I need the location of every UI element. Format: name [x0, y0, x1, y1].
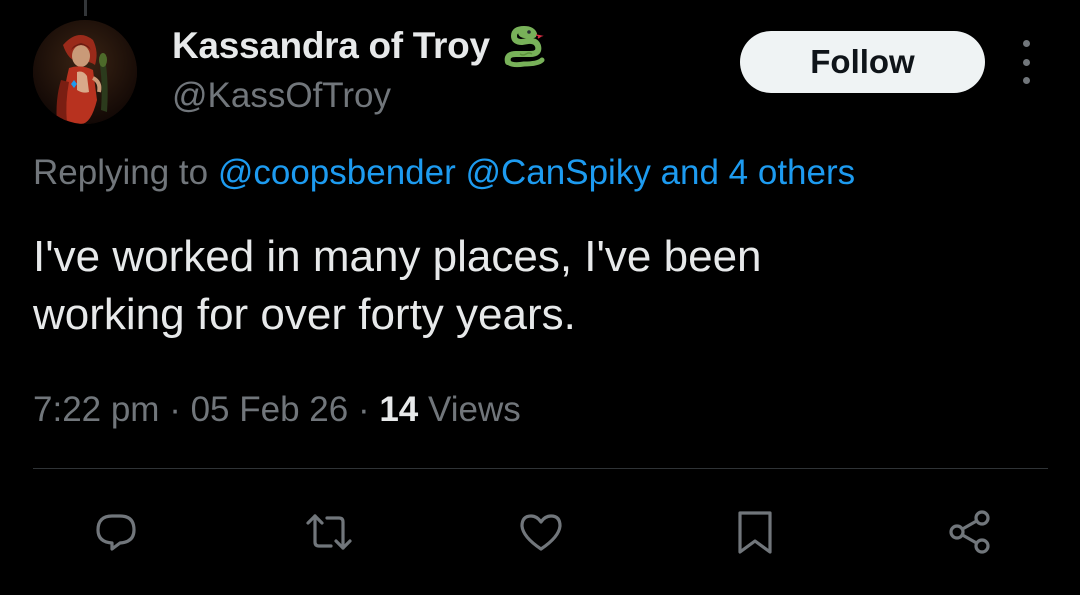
avatar[interactable]: [33, 20, 137, 124]
more-dot: [1022, 40, 1030, 47]
retweet-icon[interactable]: [305, 508, 353, 556]
views-label[interactable]: Views: [428, 390, 521, 429]
reply-prefix: Replying to: [33, 153, 209, 192]
follow-button[interactable]: Follow: [740, 31, 985, 93]
reply-context: Replying to @coopsbender @CanSpiky and 4…: [33, 153, 855, 193]
author-handle[interactable]: @KassOfTroy: [172, 76, 391, 116]
more-options-icon[interactable]: [1014, 40, 1038, 84]
more-dot: [1022, 77, 1030, 84]
others-link[interactable]: and 4 others: [661, 153, 856, 192]
tweet-body: I've worked in many places, I've been wo…: [33, 228, 1033, 344]
tweet-date[interactable]: 05 Feb 26: [191, 390, 349, 429]
views-count[interactable]: 14: [379, 390, 418, 429]
author-name-row[interactable]: Kassandra of Troy: [172, 24, 548, 68]
mention-link-2[interactable]: @CanSpiky: [466, 153, 651, 192]
share-icon[interactable]: [946, 508, 994, 556]
like-icon[interactable]: [517, 508, 565, 556]
snake-emoji-icon: [500, 24, 548, 68]
avatar-image: [33, 20, 137, 124]
tweet-body-line-1: I've worked in many places, I've been: [33, 232, 762, 281]
tweet-time[interactable]: 7:22 pm: [33, 390, 159, 429]
author-display-name[interactable]: Kassandra of Troy: [172, 25, 490, 67]
tweet-meta: 7:22 pm · 05 Feb 26 · 14 Views: [33, 390, 521, 430]
more-dot: [1022, 58, 1030, 66]
divider: [33, 468, 1048, 469]
mention-link-1[interactable]: @coopsbender: [218, 153, 456, 192]
bookmark-icon[interactable]: [731, 508, 779, 556]
thread-connector-line: [84, 0, 87, 16]
meta-separator: ·: [357, 390, 370, 429]
tweet-body-line-2: working for over forty years.: [33, 290, 576, 339]
meta-separator: ·: [169, 390, 181, 429]
reply-icon[interactable]: [92, 508, 140, 556]
